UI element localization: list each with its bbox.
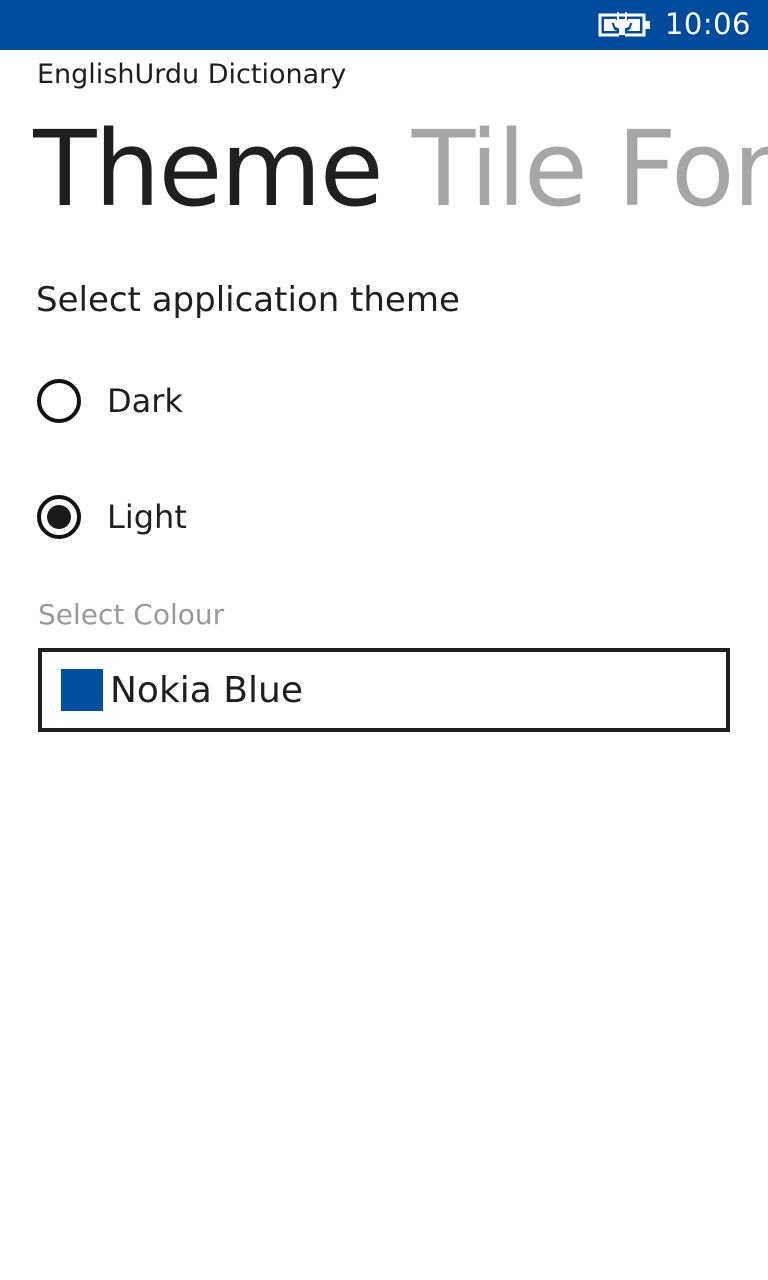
radio-selected-dot-icon — [47, 505, 71, 529]
radio-label-dark: Dark — [107, 382, 183, 420]
selected-colour-name: Nokia Blue — [110, 669, 303, 711]
colour-swatch — [61, 669, 103, 711]
battery-charging-icon — [598, 12, 650, 37]
pivot-tab-tile-font[interactable]: Tile Font — [412, 104, 768, 234]
radio-option-light[interactable]: Light — [37, 489, 187, 545]
radio-label-light: Light — [107, 498, 187, 536]
theme-section-heading: Select application theme — [36, 280, 460, 320]
radio-button-selected-icon[interactable] — [37, 495, 81, 539]
clock: 10:06 — [664, 7, 751, 41]
pivot-tab-theme[interactable]: Theme — [33, 104, 384, 234]
pivot-headers: ThemeTile Font — [33, 104, 768, 234]
status-bar: 10:06 — [0, 0, 768, 50]
app-title: EnglishUrdu Dictionary — [37, 59, 347, 90]
colour-list-picker[interactable]: Nokia Blue — [38, 648, 730, 732]
colour-field-label: Select Colour — [38, 598, 225, 631]
radio-option-dark[interactable]: Dark — [37, 373, 183, 429]
radio-button-icon[interactable] — [37, 379, 81, 423]
